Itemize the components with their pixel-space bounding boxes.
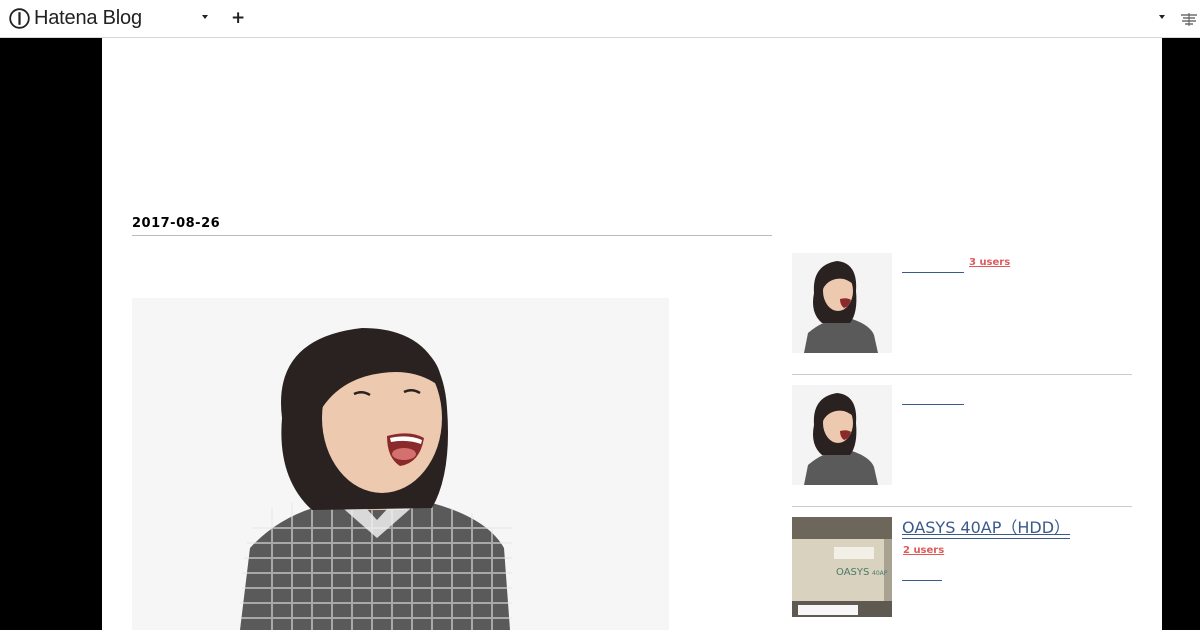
related-entries: 3 users OASYS 40AP OASYS 40AP（HDD） 2 use…	[792, 253, 1132, 630]
blog-page: 2017-08-26 3 users OASYS 40AP OASYS 40AP…	[102, 38, 1162, 630]
user-menu-chevron-down-icon[interactable]	[1159, 15, 1165, 19]
bookmark-users-count[interactable]: 2 users	[903, 545, 944, 556]
entry-date-text: 2017-08-26	[132, 216, 221, 231]
svg-text:40AP: 40AP	[872, 570, 888, 577]
related-entry-title[interactable]	[902, 395, 964, 405]
logo-text: Hatena Blog	[34, 6, 142, 29]
related-entry-sublink[interactable]	[902, 579, 942, 581]
entry-date[interactable]: 2017-08-26	[132, 216, 772, 236]
related-entry[interactable]	[792, 385, 1132, 507]
bookmark-users-count[interactable]: 3 users	[969, 257, 1010, 268]
related-entry-thumbnail[interactable]: OASYS 40AP	[792, 517, 892, 617]
related-entry-title[interactable]	[902, 263, 964, 273]
user-icon[interactable]	[1179, 11, 1199, 27]
related-entry[interactable]: OASYS 40AP OASYS 40AP（HDD） 2 users	[792, 517, 1132, 630]
related-entry-thumbnail[interactable]	[792, 253, 892, 353]
related-entry[interactable]: 3 users	[792, 253, 1132, 375]
hatena-blog-logo[interactable]: Hatena Blog	[9, 6, 142, 30]
related-entry-title[interactable]: OASYS 40AP（HDD）	[902, 519, 1071, 539]
entry-photo	[132, 298, 669, 630]
svg-text:OASYS: OASYS	[836, 567, 869, 578]
add-post-plus-icon[interactable]: +	[231, 8, 245, 28]
hatena-logo-icon	[9, 7, 30, 29]
related-entry-thumbnail[interactable]	[792, 385, 892, 485]
global-header: Hatena Blog +	[0, 0, 1200, 38]
blog-menu-chevron-down-icon[interactable]	[202, 15, 208, 19]
